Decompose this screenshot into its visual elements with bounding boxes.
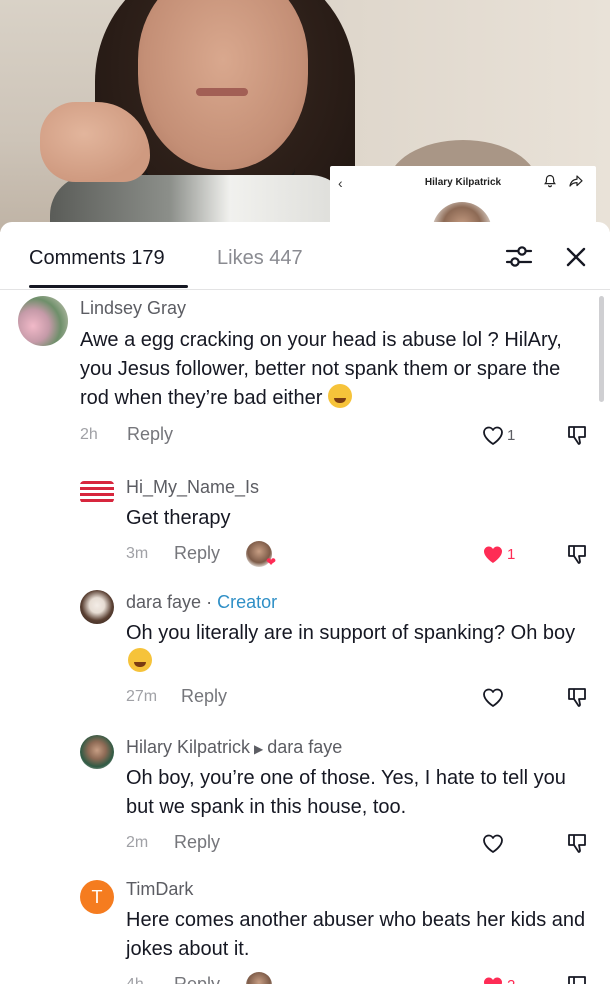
filter-sliders-icon[interactable]: [505, 244, 533, 270]
avatar[interactable]: [80, 590, 114, 624]
dislike-icon[interactable]: [566, 974, 588, 984]
bell-icon: [544, 174, 556, 188]
close-icon[interactable]: [563, 244, 589, 270]
comment-username-text[interactable]: Hilary Kilpatrick: [126, 737, 250, 757]
dislike-icon[interactable]: [566, 543, 588, 565]
dislike-icon[interactable]: [566, 424, 588, 446]
comment-item: Lindsey Gray Awe a egg cracking on your …: [0, 296, 610, 456]
like-count: 1: [507, 427, 516, 444]
comment-username[interactable]: TimDark: [126, 879, 193, 900]
comment-item: T TimDark Here comes another abuser who …: [0, 878, 610, 984]
comment-item: Hilary Kilpatrick ▶ dara faye Oh boy, you’…: [0, 735, 610, 865]
heart-filled-icon[interactable]: [481, 543, 505, 565]
badge-separator: ·: [206, 592, 213, 612]
comment-text-content: Awe a egg cracking on your head is abuse…: [80, 329, 562, 409]
active-tab-indicator: [29, 285, 188, 288]
comment-time: 27m: [126, 688, 158, 705]
creator-badge: Creator: [217, 592, 278, 612]
like-count: 1: [507, 546, 516, 563]
avatar[interactable]: T: [80, 880, 114, 914]
avatar[interactable]: [80, 481, 114, 503]
comment-text-content: Oh you literally are in support of spank…: [126, 622, 576, 644]
like-count: 2: [507, 977, 515, 984]
reply-arrow-icon: ▶: [254, 742, 264, 756]
comment-username[interactable]: Lindsey Gray: [80, 298, 186, 319]
video-mouth: [196, 88, 248, 96]
heart-outline-icon[interactable]: [481, 424, 505, 446]
heart-icon: ❤: [265, 555, 276, 569]
dislike-icon[interactable]: [566, 832, 588, 854]
tab-likes[interactable]: Likes 447: [217, 246, 303, 270]
video-player[interactable]: ‹ Hilary Kilpatrick: [0, 0, 610, 232]
comment-item: Hi_My_Name_Is Get therapy 3m Reply ❤ 1: [0, 477, 610, 577]
share-arrow-icon: [569, 175, 583, 187]
screen: ‹ Hilary Kilpatrick Comments 179 Likes 4…: [0, 0, 610, 984]
reply-button[interactable]: Reply: [174, 832, 220, 853]
tab-comments[interactable]: Comments 179: [29, 246, 165, 270]
comment-username: Hilary Kilpatrick ▶ dara faye: [126, 737, 342, 758]
avatar-letter: T: [91, 887, 103, 907]
comment-text: Awe a egg cracking on your head is abuse…: [80, 326, 585, 413]
comment-text: Get therapy: [126, 507, 231, 529]
video-person: [40, 0, 355, 232]
face-with-tears-of-joy-icon: [327, 384, 352, 408]
heart-filled-icon[interactable]: [481, 974, 505, 984]
reply-to-username[interactable]: dara faye: [267, 737, 342, 757]
avatar[interactable]: [80, 735, 114, 769]
comment-time: 2m: [126, 834, 149, 851]
face-with-raised-eyebrow-icon: [128, 648, 152, 672]
heart-outline-icon[interactable]: [481, 686, 505, 708]
reply-button[interactable]: Reply: [181, 686, 227, 707]
comment-text: Oh boy, you’re one of those. Yes, I hate…: [126, 767, 566, 818]
comment-username[interactable]: Hi_My_Name_Is: [126, 477, 259, 498]
comment-text: Here comes another abuser who beats her …: [126, 909, 586, 960]
comment-time: 4h: [126, 976, 144, 984]
creator-liked-badge: ❤: [246, 541, 276, 569]
comment-username-text[interactable]: dara faye: [126, 592, 201, 612]
heart-outline-icon[interactable]: [481, 832, 505, 854]
comments-panel: Comments 179 Likes 447 Lindsey Gray Awe …: [0, 222, 610, 984]
reply-button[interactable]: Reply: [174, 543, 220, 564]
dislike-icon[interactable]: [566, 686, 588, 708]
panel-tab-bar: Comments 179 Likes 447: [0, 222, 610, 290]
reply-button[interactable]: Reply: [174, 974, 220, 984]
creator-liked-badge: [246, 972, 272, 984]
comment-username: dara faye · Creator: [126, 592, 277, 613]
comment-item: dara faye · Creator Oh you literally are…: [0, 590, 610, 720]
comment-time: 3m: [126, 545, 149, 562]
comment-time: 2h: [80, 426, 98, 443]
avatar[interactable]: [18, 296, 68, 346]
comment-text: Oh you literally are in support of spank…: [126, 619, 596, 677]
reply-button[interactable]: Reply: [127, 424, 173, 445]
